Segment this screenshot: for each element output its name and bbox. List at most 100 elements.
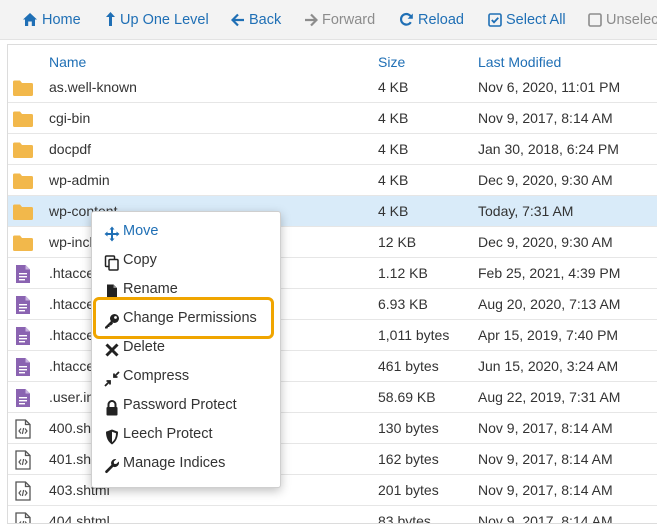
up-one-level-label: Up One Level: [120, 12, 209, 28]
home-label: Home: [42, 12, 81, 28]
home-button[interactable]: Home: [22, 10, 81, 30]
code-file-icon: [15, 481, 31, 504]
text-file-icon: [15, 264, 31, 287]
shield-icon: [104, 427, 120, 445]
file-name: 401.sh: [49, 451, 92, 467]
file-size: 58.69 KB: [378, 389, 436, 405]
unselect-all-label: Unselec: [606, 12, 657, 28]
file-size: 4 KB: [378, 203, 409, 219]
code-file-icon: [15, 419, 31, 442]
folder-icon: [12, 172, 34, 193]
menu-item-compress[interactable]: Compress: [92, 362, 280, 391]
file-size: 1.12 KB: [378, 265, 428, 281]
file-modified: Nov 6, 2020, 11:01 PM: [478, 79, 621, 95]
file-modified: Dec 9, 2020, 9:30 AM: [478, 234, 613, 250]
select-all-button[interactable]: Select All: [488, 10, 566, 30]
table-row[interactable]: wp-admin 4 KB Dec 9, 2020, 9:30 AM: [8, 165, 657, 196]
column-header-name[interactable]: Name: [49, 54, 86, 70]
table-row[interactable]: cgi-bin 4 KB Nov 9, 2017, 8:14 AM: [8, 103, 657, 134]
folder-icon: [12, 141, 34, 162]
menu-item-password-protect[interactable]: Password Protect: [92, 391, 280, 420]
file-size: 130 bytes: [378, 420, 439, 436]
reload-icon: [400, 12, 413, 26]
file-modified: Apr 15, 2019, 7:40 PM: [478, 327, 619, 343]
file-size: 1,011 bytes: [378, 327, 450, 343]
file-name: .htacce: [49, 296, 95, 312]
reload-button[interactable]: Reload: [399, 10, 464, 30]
file-name: docpdf: [49, 141, 92, 157]
table-row[interactable]: as.well-known 4 KB Nov 6, 2020, 11:01 PM: [8, 72, 657, 103]
menu-item-label: Compress: [123, 368, 190, 384]
menu-item-manage-indices[interactable]: Manage Indices: [92, 449, 280, 478]
file-modified: Nov 9, 2017, 8:14 AM: [478, 420, 613, 436]
menu-item-change-permissions[interactable]: Change Permissions: [92, 304, 280, 333]
compress-icon: [104, 369, 120, 387]
context-menu: Move Copy Rename Change Permissions Delete Co…: [91, 211, 281, 488]
move-icon: [104, 224, 120, 242]
checkbox-checked-icon: [488, 13, 502, 27]
menu-item-delete[interactable]: Delete: [92, 333, 280, 362]
checkbox-empty-icon: [588, 13, 602, 27]
table-row[interactable]: docpdf 4 KB Jan 30, 2018, 6:24 PM: [8, 134, 657, 165]
menu-item-label: Password Protect: [123, 397, 237, 413]
file-modified: Feb 25, 2021, 4:39 PM: [478, 265, 621, 281]
menu-item-label: Leech Protect: [123, 426, 213, 442]
code-file-icon: [15, 512, 31, 523]
menu-item-label: Rename: [123, 281, 178, 297]
reload-label: Reload: [418, 12, 464, 28]
file-size: 4 KB: [378, 141, 409, 157]
file-icon: [104, 282, 120, 300]
home-icon: [23, 13, 37, 26]
column-header-size[interactable]: Size: [378, 54, 405, 70]
menu-item-copy[interactable]: Copy: [92, 246, 280, 275]
menu-item-leech-protect[interactable]: Leech Protect: [92, 420, 280, 449]
file-modified: Nov 9, 2017, 8:14 AM: [478, 513, 613, 524]
folder-icon: [12, 110, 34, 131]
menu-item-move[interactable]: Move: [92, 217, 280, 246]
forward-label: Forward: [322, 12, 376, 28]
file-modified: Jun 15, 2020, 3:24 AM: [478, 358, 619, 374]
back-button[interactable]: Back: [230, 10, 282, 30]
file-size: 162 bytes: [378, 451, 439, 467]
menu-item-rename[interactable]: Rename: [92, 275, 280, 304]
up-one-level-button[interactable]: Up One Level: [105, 10, 209, 30]
folder-icon: [12, 79, 34, 100]
file-name: .user.in: [49, 389, 95, 405]
file-size: 201 bytes: [378, 482, 439, 498]
forward-button[interactable]: Forward: [304, 10, 375, 30]
text-file-icon: [15, 295, 31, 318]
arrow-left-icon: [230, 13, 244, 27]
file-name: as.well-known: [49, 79, 137, 95]
file-size: 83 bytes: [378, 513, 431, 524]
level-up-icon: [106, 12, 115, 26]
file-modified: Nov 9, 2017, 8:14 AM: [478, 451, 613, 467]
file-size: 6.93 KB: [378, 296, 428, 312]
folder-icon: [12, 234, 34, 255]
text-file-icon: [15, 326, 31, 349]
file-modified: Aug 20, 2020, 7:13 AM: [478, 296, 621, 312]
wrench-icon: [104, 456, 120, 474]
code-file-icon: [15, 450, 31, 473]
lock-icon: [104, 398, 120, 416]
copy-icon: [104, 253, 120, 271]
key-icon: [104, 311, 120, 329]
column-header-last-modified[interactable]: Last Modified: [478, 54, 561, 70]
menu-item-label: Move: [123, 223, 159, 239]
file-modified: Nov 9, 2017, 8:14 AM: [478, 482, 613, 498]
menu-item-label: Change Permissions: [123, 310, 257, 326]
menu-item-label: Delete: [123, 339, 165, 355]
file-name: cgi-bin: [49, 110, 91, 126]
file-name: .htacce: [49, 265, 95, 281]
file-size: 4 KB: [378, 79, 409, 95]
back-label: Back: [249, 12, 282, 28]
menu-item-label: Copy: [123, 252, 157, 268]
unselect-all-button[interactable]: Unselec: [588, 10, 657, 30]
file-name: .htacce: [49, 358, 95, 374]
file-name: 404.shtml: [49, 513, 110, 524]
close-icon: [104, 340, 120, 357]
table-row[interactable]: 404.shtml 83 bytes Nov 9, 2017, 8:14 AM: [8, 506, 657, 524]
file-size: 4 KB: [378, 172, 409, 188]
file-name: 400.sh: [49, 420, 92, 436]
file-modified: Aug 22, 2019, 7:31 AM: [478, 389, 621, 405]
file-size: 4 KB: [378, 110, 409, 126]
